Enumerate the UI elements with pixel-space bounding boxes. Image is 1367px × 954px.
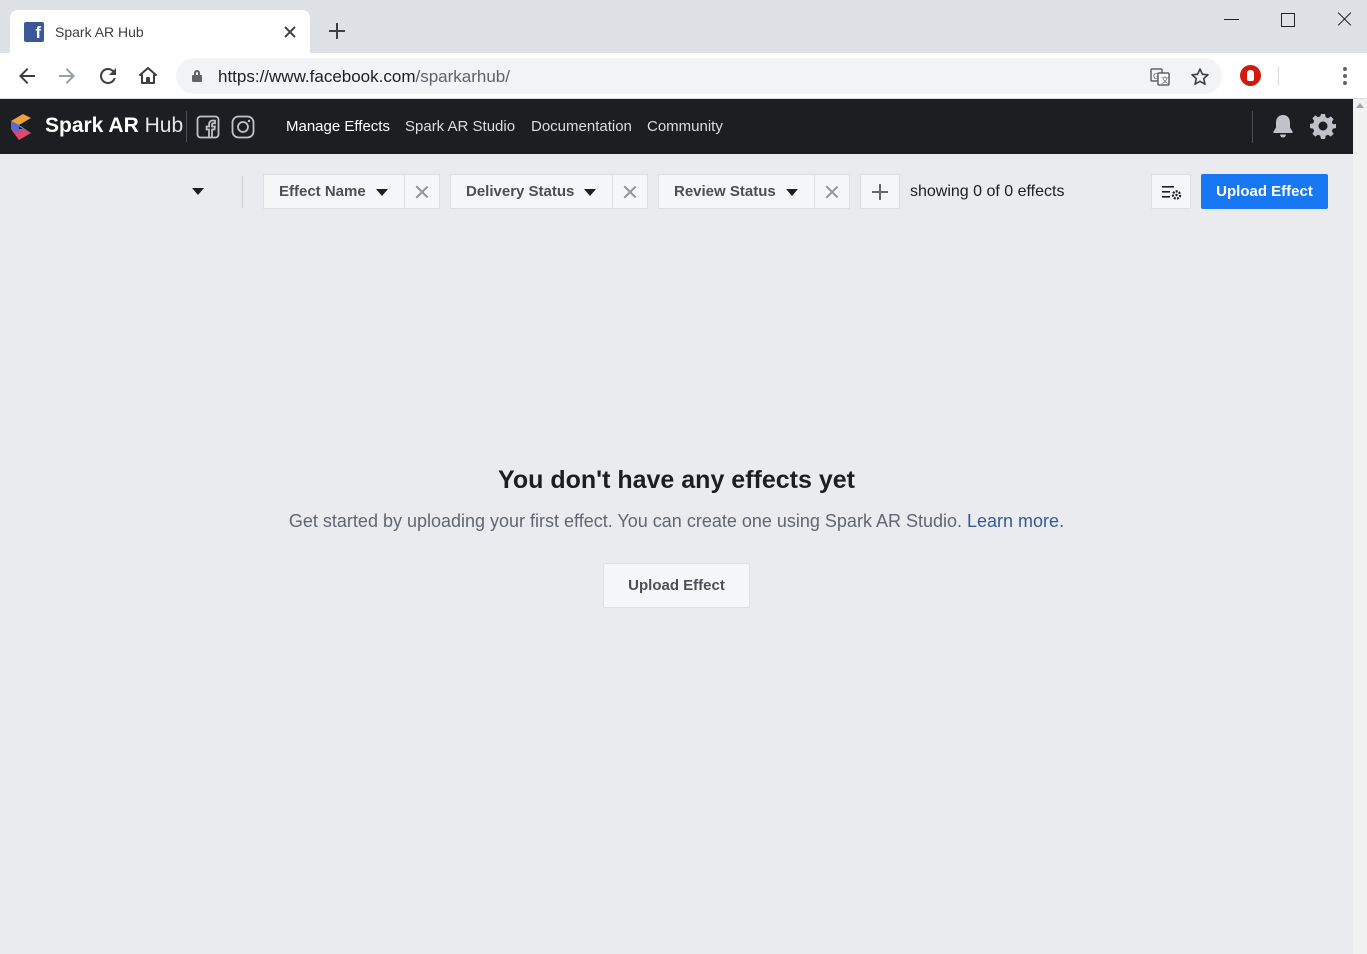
filter-label: Delivery Status	[466, 183, 575, 200]
nav-spark-ar-studio[interactable]: Spark AR Studio	[405, 118, 515, 135]
filter-label: Effect Name	[279, 183, 366, 200]
caret-down-icon	[376, 189, 388, 196]
brand-bold: Spark AR	[45, 114, 139, 137]
lock-icon	[192, 70, 202, 82]
caret-down-icon	[786, 189, 798, 196]
tab-close-icon[interactable]	[282, 24, 298, 40]
back-arrow-icon[interactable]	[15, 64, 39, 88]
empty-state-upload-button[interactable]: Upload Effect	[603, 563, 750, 608]
nav-documentation[interactable]: Documentation	[531, 118, 632, 135]
window-close-icon[interactable]	[1333, 8, 1357, 32]
nav-manage-effects[interactable]: Manage Effects	[286, 118, 390, 135]
remove-review-status-filter-icon[interactable]	[814, 174, 850, 209]
browser-tab[interactable]: f Spark AR Hub	[10, 10, 310, 53]
reload-icon[interactable]	[96, 64, 120, 88]
brand-light: Hub	[144, 114, 184, 137]
adblock-stop-icon[interactable]	[1240, 65, 1261, 86]
filter-delivery-status[interactable]: Delivery Status	[450, 174, 613, 209]
url-path: /sparkarhub/	[415, 67, 510, 86]
filter-label: Review Status	[674, 183, 776, 200]
filter-separator	[242, 176, 243, 208]
upload-effect-button[interactable]: Upload Effect	[1201, 174, 1328, 209]
hub-header: Spark AR Hub Manage Effects Spark AR Stu…	[0, 99, 1353, 154]
header-divider	[186, 111, 187, 142]
scroll-up-arrow-icon[interactable]	[1356, 103, 1364, 108]
home-icon[interactable]	[136, 64, 160, 88]
empty-state-text: Get started by uploading your first effe…	[288, 511, 962, 531]
spark-ar-logo-icon[interactable]	[9, 112, 33, 142]
results-count: showing 0 of 0 effects	[910, 183, 1065, 200]
bulk-select-caret-icon[interactable]	[192, 188, 204, 195]
add-filter-icon[interactable]	[860, 174, 900, 209]
star-icon[interactable]	[1190, 67, 1210, 87]
brand-name[interactable]: Spark AR Hub	[45, 114, 183, 138]
forward-arrow-icon[interactable]	[55, 64, 79, 88]
maximize-icon[interactable]	[1276, 8, 1300, 32]
instagram-icon[interactable]	[231, 115, 255, 139]
svg-text:文: 文	[1161, 75, 1169, 85]
filter-review-status[interactable]: Review Status	[658, 174, 815, 209]
remove-delivery-status-filter-icon[interactable]	[612, 174, 648, 209]
page-scrollbar[interactable]	[1353, 99, 1367, 954]
address-bar[interactable]: https://www.facebook.com/sparkarhub/ G文	[176, 58, 1222, 94]
column-settings-icon[interactable]	[1151, 174, 1191, 209]
translate-icon[interactable]: G文	[1150, 67, 1170, 87]
facebook-favicon-icon: f	[24, 21, 44, 42]
new-tab-icon[interactable]	[327, 21, 347, 41]
bell-icon[interactable]	[1269, 112, 1297, 140]
browser-toolbar: https://www.facebook.com/sparkarhub/ G文	[0, 53, 1367, 99]
nav-community[interactable]: Community	[647, 118, 723, 135]
caret-down-icon	[584, 189, 596, 196]
empty-state-description: Get started by uploading your first effe…	[0, 511, 1353, 532]
toolbar-separator	[1278, 66, 1279, 86]
browser-tab-strip: f Spark AR Hub	[0, 0, 1367, 53]
remove-effect-name-filter-icon[interactable]	[404, 174, 440, 209]
facebook-icon[interactable]	[196, 115, 220, 139]
gear-icon[interactable]	[1309, 112, 1337, 140]
svg-text:G: G	[1153, 72, 1159, 81]
header-divider-right	[1252, 111, 1253, 143]
url-text: https://www.facebook.com/sparkarhub/	[218, 67, 510, 87]
learn-more-link[interactable]: Learn more.	[967, 511, 1064, 531]
minimize-icon[interactable]	[1220, 8, 1244, 32]
filter-effect-name[interactable]: Effect Name	[263, 174, 405, 209]
kebab-menu-icon[interactable]	[1338, 66, 1352, 86]
url-host: https://www.facebook.com	[218, 67, 416, 86]
tab-title: Spark AR Hub	[55, 23, 144, 40]
empty-state-title: You don't have any effects yet	[498, 466, 855, 494]
